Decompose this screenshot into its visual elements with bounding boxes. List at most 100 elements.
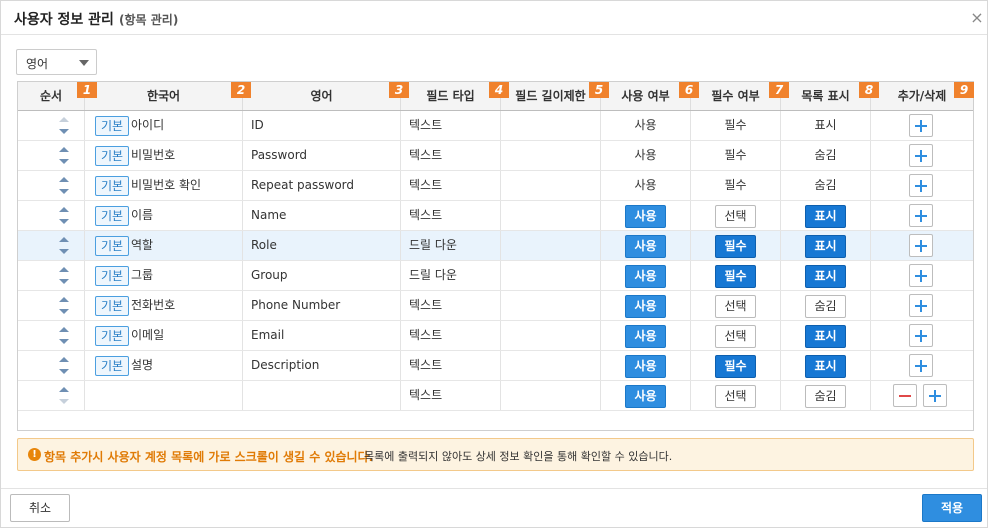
list-display-toggle[interactable]: 숨김 bbox=[805, 295, 846, 318]
sort-handle[interactable] bbox=[58, 356, 70, 376]
plus-icon[interactable] bbox=[909, 324, 933, 347]
english-cell[interactable]: Password bbox=[243, 141, 401, 170]
arrow-up-icon[interactable] bbox=[59, 387, 69, 392]
plus-icon[interactable] bbox=[909, 204, 933, 227]
arrow-up-icon[interactable] bbox=[59, 147, 69, 152]
required-toggle[interactable]: 필수 bbox=[715, 235, 756, 258]
use-toggle[interactable]: 사용 bbox=[625, 355, 666, 378]
field-length-cell[interactable] bbox=[501, 141, 601, 170]
field-length-cell[interactable] bbox=[501, 351, 601, 380]
list-display-toggle[interactable]: 숨김 bbox=[805, 385, 846, 408]
use-toggle[interactable]: 사용 bbox=[625, 235, 666, 258]
field-length-cell[interactable] bbox=[501, 381, 601, 410]
field-length-cell[interactable] bbox=[501, 231, 601, 260]
plus-icon[interactable] bbox=[909, 174, 933, 197]
list-display-toggle[interactable]: 표시 bbox=[805, 265, 846, 288]
required-toggle[interactable]: 선택 bbox=[715, 385, 756, 408]
arrow-down-icon[interactable] bbox=[59, 369, 69, 374]
sort-handle[interactable] bbox=[58, 116, 70, 136]
table-row[interactable]: 기본 아이디 ID 텍스트 사용 필수 표시 bbox=[18, 111, 973, 141]
table-row[interactable]: 기본 이름 Name 텍스트 사용 선택 표시 bbox=[18, 201, 973, 231]
language-select[interactable]: 영어 bbox=[16, 49, 97, 75]
cancel-button[interactable]: 취소 bbox=[10, 494, 70, 522]
arrow-up-icon[interactable] bbox=[59, 357, 69, 362]
table-row[interactable]: 기본 전화번호 Phone Number 텍스트 사용 선택 숨김 bbox=[18, 291, 973, 321]
required-toggle[interactable]: 선택 bbox=[715, 205, 756, 228]
arrow-up-icon[interactable] bbox=[59, 117, 69, 122]
arrow-down-icon[interactable] bbox=[59, 129, 69, 134]
list-display-toggle[interactable]: 표시 bbox=[805, 355, 846, 378]
table-row[interactable]: 기본 비밀번호 Password 텍스트 사용 필수 숨김 bbox=[18, 141, 973, 171]
table-row[interactable]: 기본 비밀번호 확인 Repeat password 텍스트 사용 필수 숨김 bbox=[18, 171, 973, 201]
arrow-up-icon[interactable] bbox=[59, 177, 69, 182]
arrow-up-icon[interactable] bbox=[59, 267, 69, 272]
english-cell[interactable]: ID bbox=[243, 111, 401, 140]
add-delete-cell bbox=[871, 231, 973, 260]
sort-handle[interactable] bbox=[58, 326, 70, 346]
list-display-toggle[interactable]: 표시 bbox=[805, 205, 846, 228]
english-cell[interactable]: Group bbox=[243, 261, 401, 290]
arrow-down-icon[interactable] bbox=[59, 219, 69, 224]
arrow-up-icon[interactable] bbox=[59, 327, 69, 332]
table-row[interactable]: 기본 그룹 Group 드릴 다운 사용 필수 표시 bbox=[18, 261, 973, 291]
field-length-cell[interactable] bbox=[501, 111, 601, 140]
use-toggle[interactable]: 사용 bbox=[625, 295, 666, 318]
english-cell[interactable] bbox=[243, 381, 401, 410]
arrow-down-icon[interactable] bbox=[59, 189, 69, 194]
table-row[interactable]: 기본 설명 Description 텍스트 사용 필수 표시 bbox=[18, 351, 973, 381]
sort-handle[interactable] bbox=[58, 266, 70, 286]
english-cell[interactable]: Email bbox=[243, 321, 401, 350]
table-row[interactable]: 텍스트 사용 선택 숨김 bbox=[18, 381, 973, 411]
required-toggle[interactable]: 필수 bbox=[715, 265, 756, 288]
plus-icon[interactable] bbox=[909, 264, 933, 287]
sort-handle[interactable] bbox=[58, 146, 70, 166]
arrow-down-icon[interactable] bbox=[59, 249, 69, 254]
sort-handle[interactable] bbox=[58, 296, 70, 316]
field-length-cell[interactable] bbox=[501, 171, 601, 200]
table-row[interactable]: 기본 역할 Role 드릴 다운 사용 필수 표시 bbox=[18, 231, 973, 261]
plus-icon[interactable] bbox=[909, 294, 933, 317]
arrow-up-icon[interactable] bbox=[59, 207, 69, 212]
arrow-down-icon[interactable] bbox=[59, 339, 69, 344]
plus-icon[interactable] bbox=[909, 234, 933, 257]
plus-icon[interactable] bbox=[909, 354, 933, 377]
required-toggle[interactable]: 필수 bbox=[715, 355, 756, 378]
arrow-up-icon[interactable] bbox=[59, 297, 69, 302]
table-row[interactable]: 기본 이메일 Email 텍스트 사용 선택 표시 bbox=[18, 321, 973, 351]
english-cell[interactable]: Role bbox=[243, 231, 401, 260]
use-toggle[interactable]: 사용 bbox=[625, 265, 666, 288]
english-cell[interactable]: Description bbox=[243, 351, 401, 380]
required-toggle[interactable]: 선택 bbox=[715, 295, 756, 318]
field-length-cell[interactable] bbox=[501, 261, 601, 290]
list-display-toggle[interactable]: 표시 bbox=[805, 235, 846, 258]
list-display-toggle[interactable]: 표시 bbox=[805, 325, 846, 348]
plus-icon[interactable] bbox=[909, 144, 933, 167]
arrow-down-icon[interactable] bbox=[59, 159, 69, 164]
english-cell[interactable]: Repeat password bbox=[243, 171, 401, 200]
apply-button[interactable]: 적용 bbox=[922, 494, 982, 522]
arrow-up-icon[interactable] bbox=[59, 237, 69, 242]
header-label: 필드 타입 bbox=[426, 89, 475, 103]
use-toggle[interactable]: 사용 bbox=[625, 325, 666, 348]
arrow-down-icon[interactable] bbox=[59, 399, 69, 404]
english-cell[interactable]: Phone Number bbox=[243, 291, 401, 320]
sort-handle[interactable] bbox=[58, 206, 70, 226]
sort-handle[interactable] bbox=[58, 176, 70, 196]
required-toggle[interactable]: 선택 bbox=[715, 325, 756, 348]
field-length-cell[interactable] bbox=[501, 321, 601, 350]
sort-handle[interactable] bbox=[58, 386, 70, 406]
use-toggle[interactable]: 사용 bbox=[625, 385, 666, 408]
field-length-cell[interactable] bbox=[501, 291, 601, 320]
arrow-down-icon[interactable] bbox=[59, 279, 69, 284]
sort-handle[interactable] bbox=[58, 236, 70, 256]
english-cell[interactable]: Name bbox=[243, 201, 401, 230]
use-toggle[interactable]: 사용 bbox=[625, 205, 666, 228]
plus-icon[interactable] bbox=[923, 384, 947, 407]
close-icon[interactable]: × bbox=[967, 8, 987, 28]
header-label: 사용 여부 bbox=[621, 89, 670, 103]
minus-icon[interactable] bbox=[893, 384, 917, 407]
order-cell bbox=[18, 321, 85, 350]
field-length-cell[interactable] bbox=[501, 201, 601, 230]
plus-icon[interactable] bbox=[909, 114, 933, 137]
arrow-down-icon[interactable] bbox=[59, 309, 69, 314]
